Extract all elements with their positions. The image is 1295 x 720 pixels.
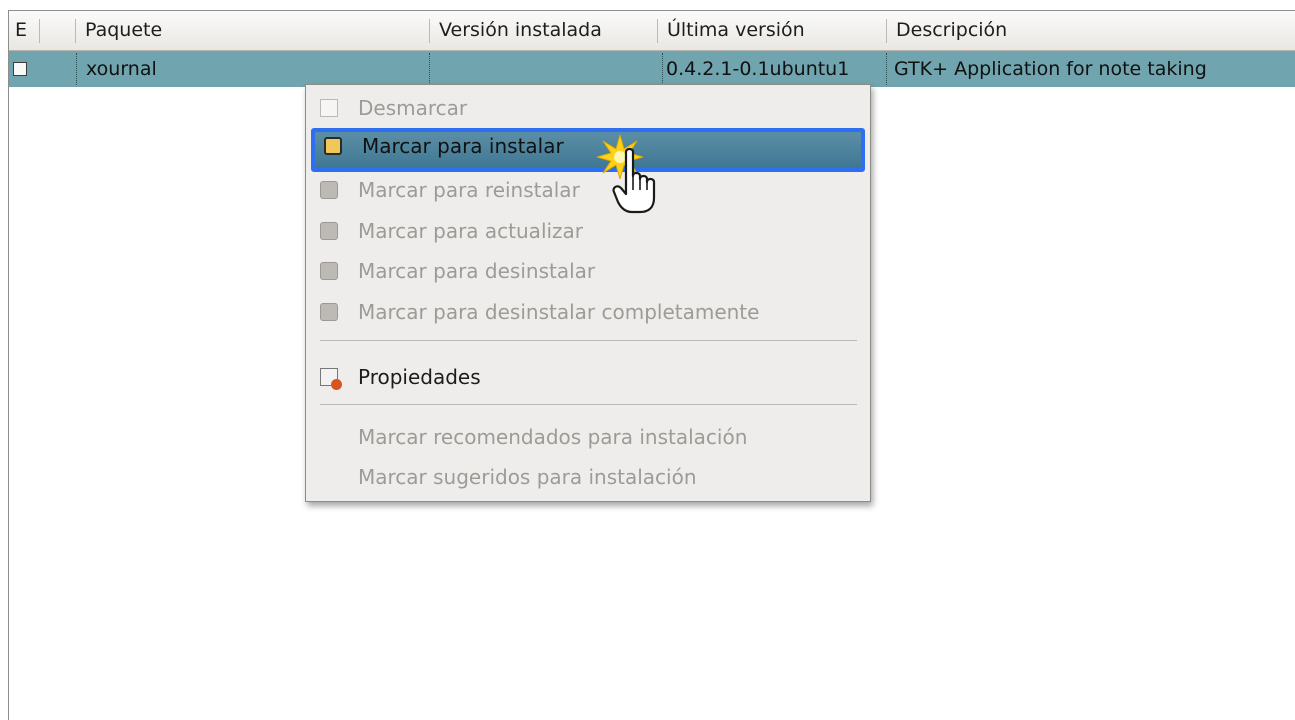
install-icon: [324, 137, 342, 155]
cell-latest-version: 0.4.2.1-0.1ubuntu1: [666, 58, 850, 80]
menu-item-mark-reinstall[interactable]: Marcar para reinstalar: [306, 172, 870, 208]
column-header-installed-version[interactable]: Versión instalada: [430, 11, 657, 50]
menu-item-mark-suggested[interactable]: Marcar sugeridos para instalación: [306, 459, 870, 495]
column-header-latest-version[interactable]: Última versión: [658, 11, 886, 50]
purge-icon: [320, 303, 338, 321]
column-header-package[interactable]: Paquete: [76, 11, 429, 50]
column-header-description[interactable]: Descripción: [887, 11, 1295, 50]
menu-item-properties[interactable]: Propiedades: [306, 359, 870, 395]
checkbox-icon: [320, 99, 338, 117]
menu-item-mark-recommended[interactable]: Marcar recomendados para instalación: [306, 419, 870, 455]
menu-item-unmark[interactable]: Desmarcar: [306, 90, 870, 126]
hand-cursor-icon: [612, 148, 656, 214]
reinstall-icon: [320, 181, 338, 199]
table-row[interactable]: xournal 0.4.2.1-0.1ubuntu1 GTK+ Applicat…: [9, 51, 1295, 87]
context-menu: Desmarcar Marcar para instalar Marcar pa…: [305, 84, 871, 502]
cell-package: xournal: [86, 58, 157, 80]
menu-item-mark-upgrade[interactable]: Marcar para actualizar: [306, 213, 870, 249]
column-header: E Paquete Versión instalada Última versi…: [9, 11, 1295, 51]
properties-icon: [320, 368, 342, 390]
menu-separator: [320, 404, 857, 405]
menu-item-mark-remove[interactable]: Marcar para desinstalar: [306, 253, 870, 289]
menu-item-mark-install[interactable]: Marcar para instalar: [311, 128, 865, 172]
remove-icon: [320, 262, 338, 280]
menu-item-mark-purge[interactable]: Marcar para desinstalar completamente: [306, 294, 870, 330]
upgrade-icon: [320, 222, 338, 240]
row-checkbox[interactable]: [13, 62, 27, 76]
column-header-status[interactable]: E: [9, 11, 39, 50]
cell-description: GTK+ Application for note taking: [894, 58, 1207, 80]
menu-separator: [320, 340, 857, 341]
cell-installed-version: [439, 51, 654, 87]
